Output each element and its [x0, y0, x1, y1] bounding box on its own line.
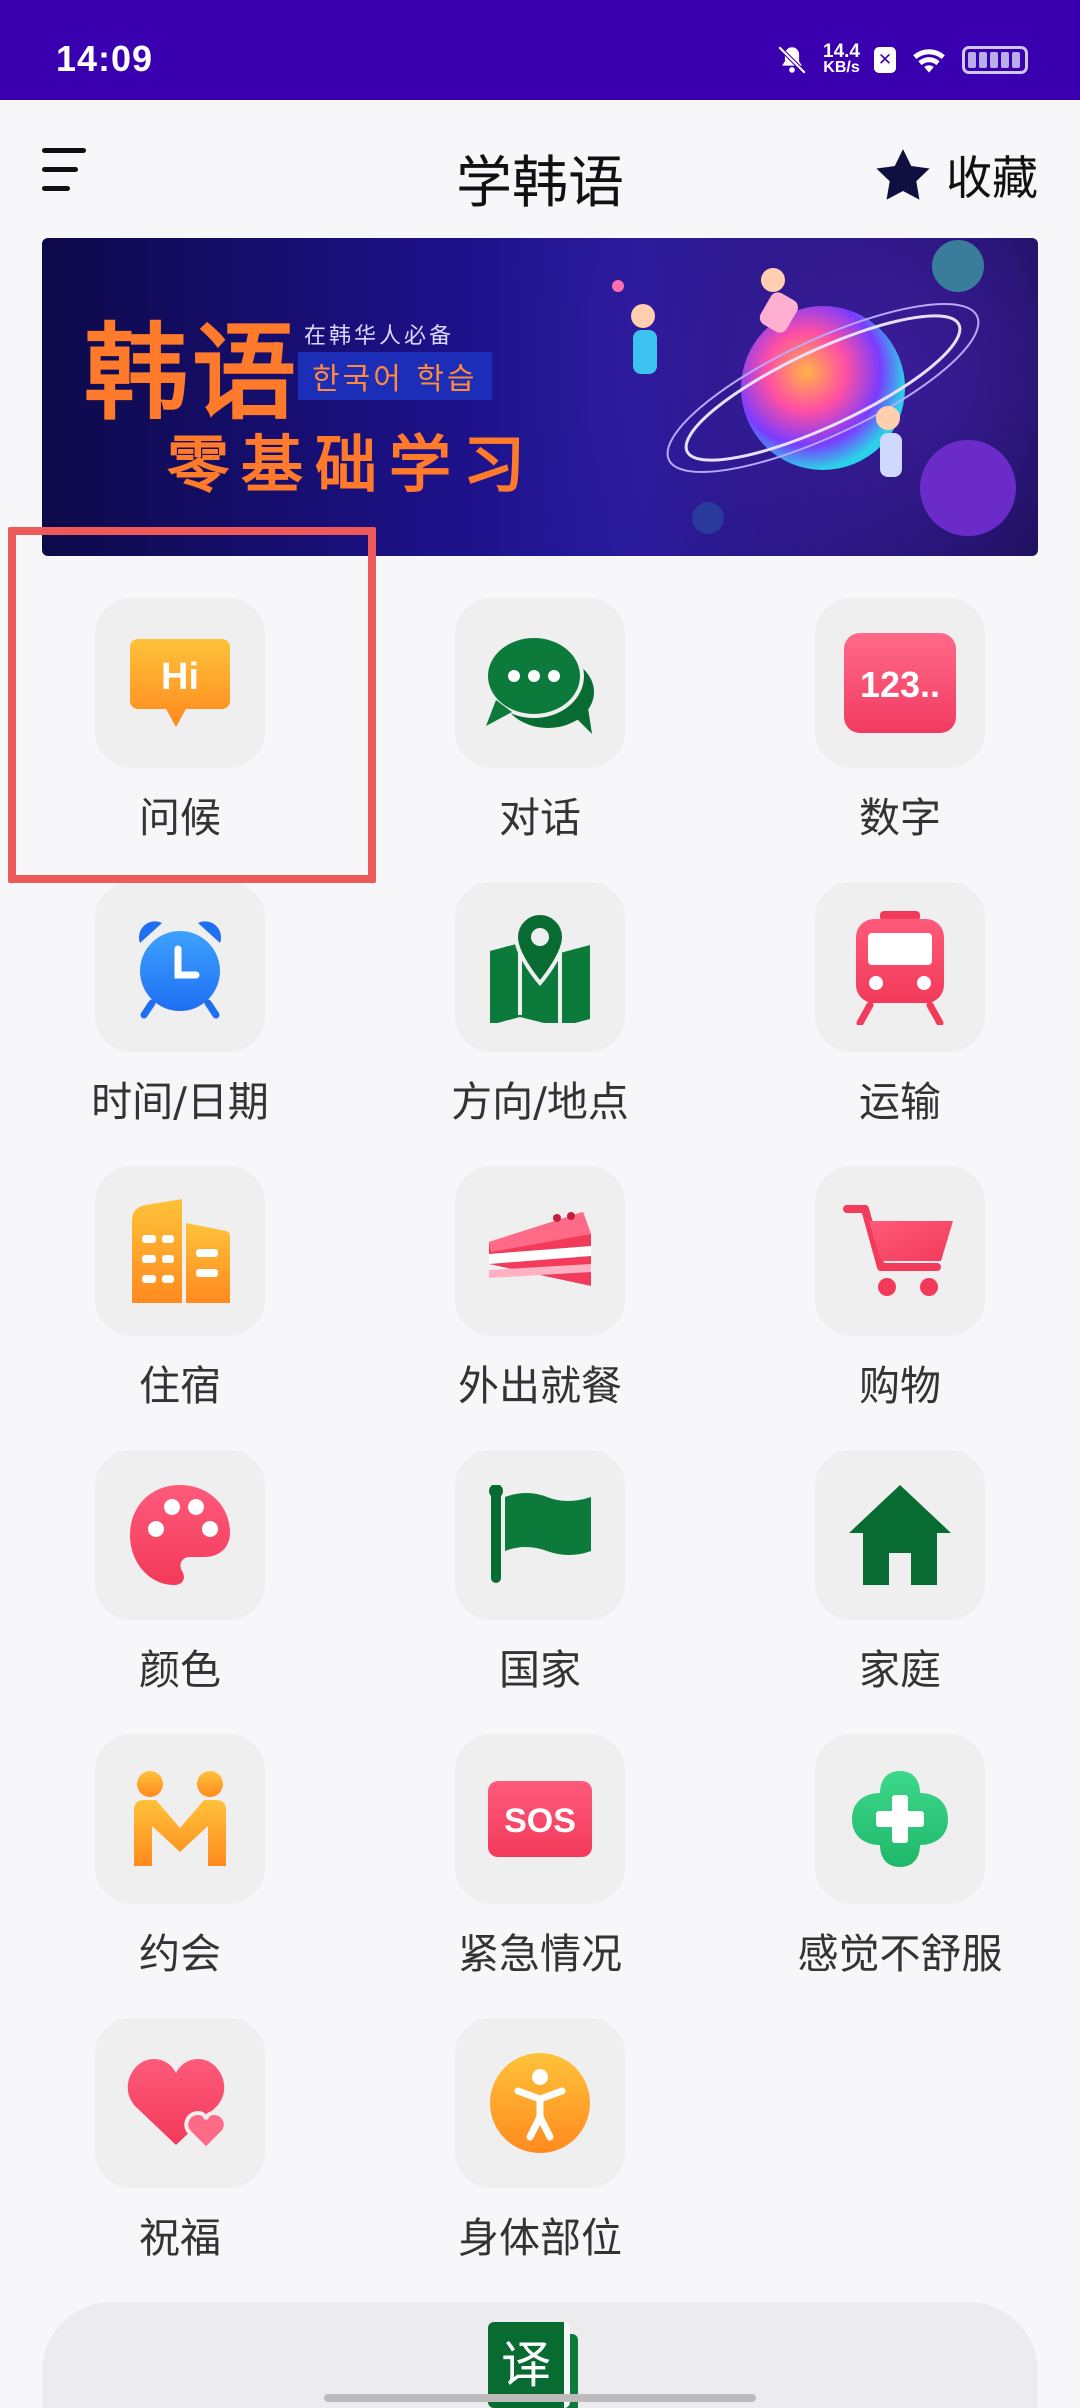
medical-cross-icon [852, 1771, 948, 1867]
icon-tile: 123.. [815, 598, 985, 768]
hearts-icon [127, 2059, 228, 2151]
home-indicator[interactable] [324, 2394, 756, 2402]
alarm-clock-icon [138, 921, 222, 1019]
category-countries[interactable]: 国家 [410, 1450, 670, 1710]
favorites-label: 收藏 [946, 151, 1038, 205]
train-icon [856, 911, 944, 1025]
star-icon [876, 149, 930, 200]
banner-tagline: 零基础学习 [167, 428, 538, 501]
category-emergency[interactable]: SOS 紧急情况 [410, 1734, 670, 1994]
category-body-parts[interactable]: 身体部位 [410, 2018, 670, 2278]
icon-tile [95, 1166, 265, 1336]
wifi-icon [913, 49, 945, 73]
category-family[interactable]: 家庭 [770, 1450, 1030, 1710]
palette-icon [130, 1485, 230, 1585]
icon-tile [815, 1734, 985, 1904]
icon-tile [455, 1166, 625, 1336]
status-icons: 14.4 KB/s ✕ [775, 40, 1028, 80]
buildings-icon [132, 1199, 230, 1303]
category-time-date[interactable]: 时间/日期 [50, 882, 310, 1142]
highlight-box [8, 527, 376, 883]
battery-icon [962, 46, 1028, 74]
promo-banner[interactable]: 韩语 在韩华人必备 한국어 학습 零基础学习 [42, 238, 1038, 556]
category-dining[interactable]: 外出就餐 [410, 1166, 670, 1426]
category-blessings[interactable]: 祝福 [50, 2018, 310, 2278]
house-icon [849, 1485, 951, 1585]
sos-icon: SOS [488, 1781, 592, 1857]
numbers-123-icon: 123.. [844, 633, 956, 733]
banner-korean-text: 한국어 학습 [298, 352, 492, 400]
icon-tile: SOS [455, 1734, 625, 1904]
x-notification-icon: ✕ [874, 47, 896, 73]
icon-tile [815, 1450, 985, 1620]
icon-tile [95, 2018, 265, 2188]
icon-tile [815, 882, 985, 1052]
favorites-button[interactable]: 收藏 [874, 142, 1038, 208]
category-directions[interactable]: 方向/地点 [410, 882, 670, 1142]
svg-text:SOS: SOS [504, 1802, 576, 1840]
app-header: 学韩语 收藏 [0, 100, 1080, 240]
category-feeling-unwell[interactable]: 感觉不舒服 [770, 1734, 1030, 1994]
flag-icon [489, 1485, 591, 1583]
category-shopping[interactable]: 购物 [770, 1166, 1030, 1426]
icon-tile [815, 1166, 985, 1336]
icon-tile [455, 1450, 625, 1620]
status-time: 14:09 [56, 38, 154, 79]
map-pin-icon [490, 911, 590, 1023]
icon-tile [95, 1450, 265, 1620]
shopping-cart-icon [843, 1205, 953, 1296]
category-numbers[interactable]: 123.. 数字 [770, 598, 1030, 858]
category-transport[interactable]: 运输 [770, 882, 1030, 1142]
icon-tile [455, 598, 625, 768]
mute-bell-icon [777, 45, 807, 75]
couple-icon [134, 1771, 226, 1866]
chat-bubbles-icon [484, 634, 594, 734]
icon-tile [95, 882, 265, 1052]
category-dating[interactable]: 约会 [50, 1734, 310, 1994]
icon-tile [95, 1734, 265, 1904]
status-bar: 14:09 14.4 KB/s ✕ [0, 0, 1080, 100]
svg-text:123..: 123.. [860, 664, 940, 705]
category-colors[interactable]: 颜色 [50, 1450, 310, 1710]
category-conversation[interactable]: 对话 [410, 598, 670, 858]
icon-tile [455, 2018, 625, 2188]
net-speed: 14.4 KB/s [823, 41, 860, 76]
body-figure-icon [490, 2053, 590, 2153]
icon-tile [455, 882, 625, 1052]
space-illustration [612, 240, 1016, 536]
cake-slice-icon [489, 1212, 591, 1286]
category-accommodation[interactable]: 住宿 [50, 1166, 310, 1426]
banner-subtitle: 在韩华人必备 [304, 324, 455, 349]
